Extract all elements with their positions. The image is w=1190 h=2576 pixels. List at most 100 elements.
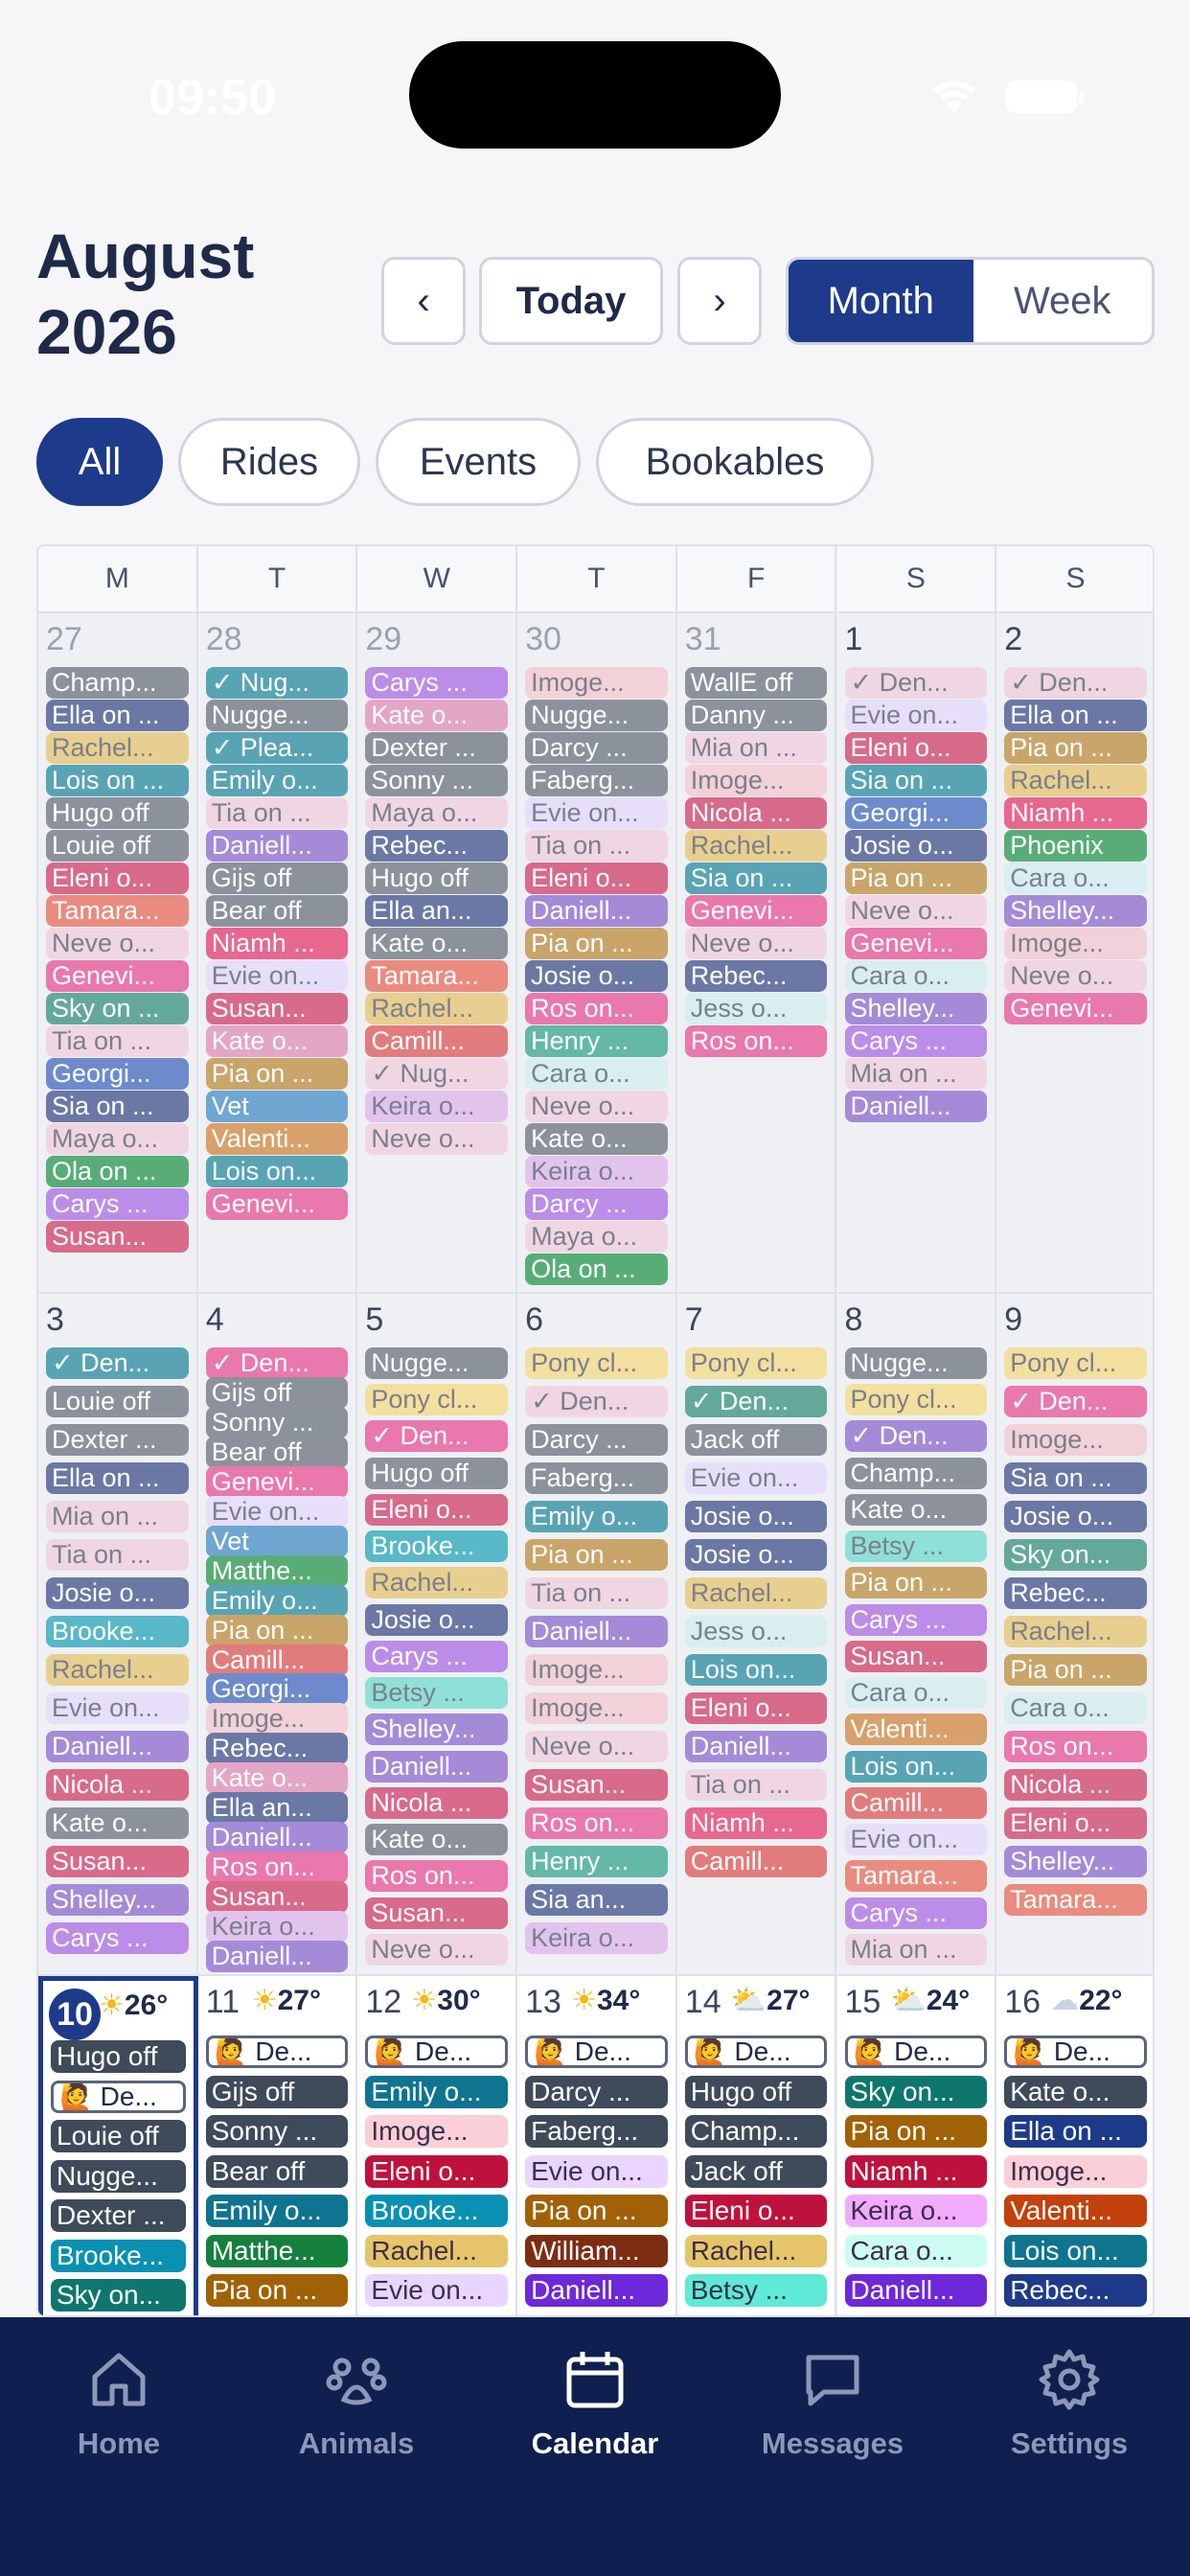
event-chip[interactable]: Hugo off <box>51 2040 186 2073</box>
event-chip[interactable]: Susan... <box>46 1221 189 1253</box>
event-chip[interactable]: Dexter ... <box>51 2199 186 2232</box>
event-chip[interactable]: Cara o... <box>1004 1692 1147 1724</box>
event-chip[interactable]: Emily o... <box>205 1584 349 1617</box>
tab-home[interactable]: Home <box>23 2346 215 2461</box>
event-chip[interactable]: Sky on ... <box>46 993 189 1024</box>
event-chip[interactable]: Louie off <box>51 2120 186 2152</box>
event-chip[interactable]: Sia an... <box>525 1884 668 1916</box>
day-cell[interactable]: 6 Pony cl... ✓ Den... Darcy ... Faberg... Emi… <box>517 1294 677 1976</box>
event-chip[interactable]: Emily o... <box>205 765 349 796</box>
event-chip[interactable]: Kate o... <box>844 1493 988 1526</box>
event-chip[interactable]: Kate o... <box>365 928 509 959</box>
event-chip[interactable]: Kate o... <box>525 1123 668 1155</box>
event-chip[interactable]: Nicola ... <box>365 1786 509 1819</box>
event-chip[interactable]: Eleni o... <box>525 862 668 894</box>
day-cell[interactable]: 4 ✓ Den... Gijs off Sonny ... Bear off Genevi… <box>197 1294 358 1976</box>
event-chip[interactable]: Georgi... <box>205 1673 349 1706</box>
event-chip[interactable]: Pia on ... <box>205 2274 349 2307</box>
day-cell[interactable]: 15 ⛅24° 🙋 De... Sky on... Pia on ... Niamh ..… <box>836 1976 997 2315</box>
event-chip[interactable]: Betsy ... <box>684 2274 828 2307</box>
event-chip[interactable]: Sonny ... <box>205 2115 349 2148</box>
event-chip[interactable]: Pony cl... <box>365 1384 509 1416</box>
day-cell[interactable]: 12 ☀30° 🙋 De... Emily o... Imoge... Eleni o..… <box>357 1976 518 2315</box>
event-chip[interactable]: ✓ Den... <box>1004 667 1147 699</box>
event-chip[interactable]: Mia on ... <box>684 732 828 764</box>
event-chip[interactable]: Keira o... <box>525 1922 668 1954</box>
event-chip[interactable]: Maya o... <box>525 1221 668 1253</box>
event-chip[interactable]: Ella an... <box>205 1792 349 1825</box>
event-chip[interactable]: Imoge... <box>365 2115 509 2148</box>
event-chip[interactable]: Jack off <box>684 2154 828 2188</box>
day-cell[interactable]: 1 ✓ Den... Evie on... Eleni o... Sia on ... G… <box>836 613 997 1294</box>
event-chip[interactable]: Hugo off <box>365 862 509 894</box>
event-chip[interactable]: Maya o... <box>365 797 509 829</box>
event-chip[interactable]: ✓ Den... <box>365 1420 509 1453</box>
event-chip[interactable]: Camill... <box>365 1025 509 1057</box>
event-chip[interactable]: ✓ Den... <box>525 1386 668 1417</box>
event-chip[interactable]: ✓ Den... <box>684 1386 828 1417</box>
event-chip[interactable]: Genevi... <box>205 1188 349 1220</box>
event-chip[interactable]: Sia on ... <box>1004 1462 1147 1494</box>
event-chip[interactable]: Darcy ... <box>525 2075 668 2108</box>
tab-messages[interactable]: Messages <box>737 2346 928 2461</box>
event-chip[interactable]: Genevi... <box>46 960 189 992</box>
event-chip[interactable]: Sia on ... <box>46 1091 189 1122</box>
event-chip[interactable]: Camill... <box>844 1786 988 1819</box>
event-chip[interactable]: ✓ Nug... <box>365 1058 509 1090</box>
event-chip[interactable]: Cara o... <box>525 1058 668 1090</box>
event-chip[interactable]: Imoge... <box>1004 2154 1147 2188</box>
event-chip[interactable]: Genevi... <box>684 895 828 927</box>
event-chip[interactable]: Faberg... <box>525 765 668 796</box>
event-chip[interactable]: Nicola ... <box>684 797 828 829</box>
day-cell[interactable]: 30 Imoge... Nugge... Darcy ... Faberg... Evie… <box>517 613 677 1294</box>
event-chip[interactable]: Carys ... <box>844 1603 988 1636</box>
event-chip[interactable]: Nugge... <box>205 700 349 731</box>
event-chip[interactable]: Rachel... <box>46 1654 189 1686</box>
event-chip[interactable]: Neve o... <box>525 1731 668 1762</box>
event-chip[interactable]: Susan... <box>844 1640 988 1672</box>
event-chip[interactable]: Emily o... <box>205 2195 349 2227</box>
event-chip[interactable]: Keira o... <box>844 2195 988 2227</box>
event-chip[interactable]: Tamara... <box>1004 1884 1147 1916</box>
event-chip[interactable]: Kate o... <box>1004 2075 1147 2108</box>
event-chip[interactable]: Josie o... <box>684 1539 828 1571</box>
event-chip[interactable]: Matthe... <box>205 2234 349 2267</box>
filter-rides[interactable]: Rides <box>178 418 360 506</box>
event-chip[interactable]: Ella on ... <box>46 700 189 731</box>
event-chip[interactable]: Gijs off <box>205 1376 349 1409</box>
day-cell[interactable]: 28 ✓ Nug... Nugge... ✓ Plea... Emily o... Tia… <box>197 613 358 1294</box>
event-chip[interactable]: Jess o... <box>684 993 828 1024</box>
event-chip[interactable]: Daniell... <box>525 895 668 927</box>
event-chip[interactable]: Cara o... <box>844 1677 988 1710</box>
event-chip[interactable]: Rachel... <box>1004 765 1147 796</box>
event-chip[interactable]: Gijs off <box>205 862 349 894</box>
event-chip[interactable]: Betsy ... <box>365 1677 509 1710</box>
event-chip[interactable]: Ros on... <box>205 1852 349 1884</box>
event-chip[interactable]: Daniell... <box>46 1731 189 1762</box>
event-chip[interactable]: Darcy ... <box>525 1188 668 1220</box>
month-view-button[interactable]: Month <box>789 260 973 342</box>
tab-settings[interactable]: Settings <box>973 2346 1165 2461</box>
day-cell[interactable]: 31 WallE off Danny ... Mia on ... Imoge... Ni… <box>676 613 837 1294</box>
event-chip[interactable]: Evie on... <box>525 2154 668 2188</box>
event-chip[interactable]: Maya o... <box>46 1123 189 1155</box>
event-chip[interactable]: Pony cl... <box>525 1347 668 1379</box>
event-chip[interactable]: Ella on ... <box>46 1462 189 1494</box>
event-chip[interactable]: ✓ Den... <box>46 1347 189 1379</box>
event-chip[interactable]: Genevi... <box>1004 993 1147 1024</box>
event-chip[interactable]: Kate o... <box>365 700 509 731</box>
event-chip[interactable]: Neve o... <box>365 1933 509 1966</box>
day-cell[interactable]: 8 Nugge... Pony cl... ✓ Den... Champ... Kate … <box>836 1294 997 1976</box>
event-chip[interactable]: 🙋 De... <box>51 2080 186 2113</box>
event-chip[interactable]: Bear off <box>205 895 349 927</box>
event-chip[interactable]: Nugge... <box>51 2159 186 2193</box>
event-chip[interactable]: Genevi... <box>205 1465 349 1498</box>
event-chip[interactable]: Matthe... <box>205 1554 349 1587</box>
event-chip[interactable]: Lois on... <box>844 1750 988 1782</box>
event-chip[interactable]: Niamh ... <box>844 2154 988 2188</box>
event-chip[interactable]: Daniell... <box>205 1941 349 1973</box>
event-chip[interactable]: Darcy ... <box>525 732 668 764</box>
event-chip[interactable]: Daniell... <box>205 1822 349 1854</box>
event-chip[interactable]: Bear off <box>205 2154 349 2188</box>
event-chip[interactable]: Jess o... <box>684 1616 828 1647</box>
